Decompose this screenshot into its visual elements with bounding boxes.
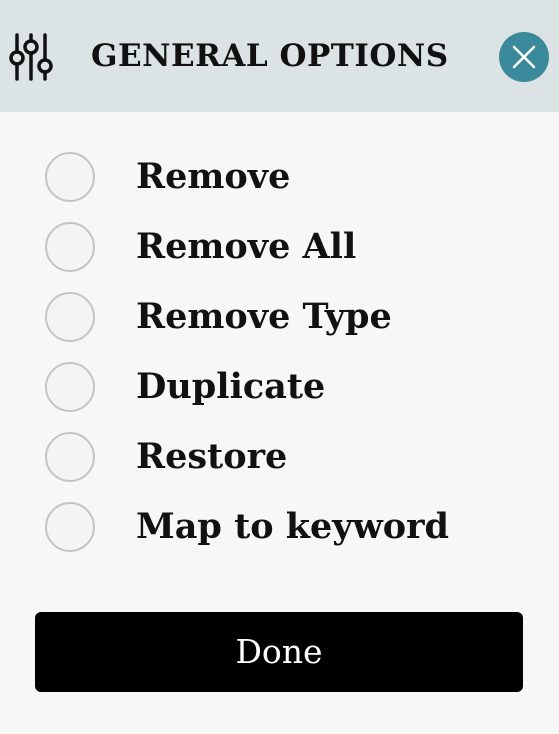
radio-button[interactable] [45, 222, 95, 272]
sliders-icon [8, 32, 54, 82]
option-remove[interactable]: Remove [0, 142, 559, 212]
done-button[interactable]: Done [35, 612, 523, 692]
general-options-dialog: GENERAL OPTIONS Remove Remove All Remove… [0, 0, 559, 734]
radio-button[interactable] [45, 432, 95, 482]
option-duplicate[interactable]: Duplicate [0, 352, 559, 422]
radio-button[interactable] [45, 362, 95, 412]
option-label: Remove Type [136, 296, 392, 337]
dialog-header: GENERAL OPTIONS [0, 0, 559, 112]
close-icon [512, 45, 536, 69]
radio-button[interactable] [45, 292, 95, 342]
option-label: Duplicate [136, 366, 326, 407]
radio-button[interactable] [45, 502, 95, 552]
close-button[interactable] [499, 32, 549, 82]
option-map-to-keyword[interactable]: Map to keyword [0, 492, 559, 562]
option-label: Restore [136, 436, 288, 477]
option-remove-type[interactable]: Remove Type [0, 282, 559, 352]
option-remove-all[interactable]: Remove All [0, 212, 559, 282]
radio-button[interactable] [45, 152, 95, 202]
option-label: Map to keyword [136, 506, 450, 547]
options-list: Remove Remove All Remove Type Duplicate … [0, 142, 559, 562]
option-restore[interactable]: Restore [0, 422, 559, 492]
dialog-title: GENERAL OPTIONS [91, 38, 449, 74]
option-label: Remove [136, 156, 291, 197]
option-label: Remove All [136, 226, 357, 267]
